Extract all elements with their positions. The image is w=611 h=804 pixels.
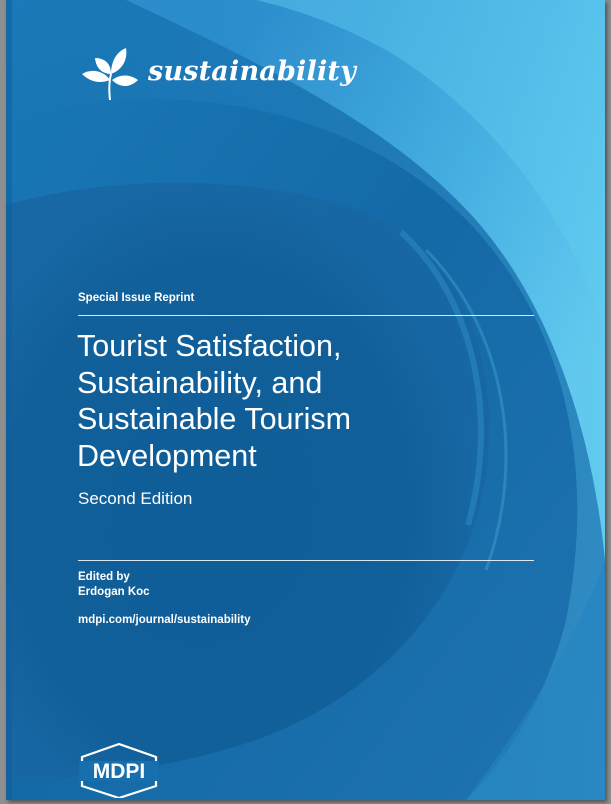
leaf-sprout-icon xyxy=(82,48,138,100)
series-label: Special Issue Reprint xyxy=(78,292,195,304)
publisher-name: MDPI xyxy=(93,760,146,783)
divider-bottom xyxy=(78,560,534,561)
edited-by-label: Edited by xyxy=(78,571,130,583)
title-line: Sustainability, and xyxy=(77,365,323,400)
divider-top xyxy=(78,315,534,316)
editor-name: Erdogan Koc xyxy=(78,586,150,598)
document-viewer: sustainability Special Issue Reprint Tou… xyxy=(0,0,611,804)
title-line: Development xyxy=(77,438,257,473)
journal-url: mdpi.com/journal/sustainability xyxy=(78,614,251,626)
title-line: Tourist Satisfaction, xyxy=(77,329,342,363)
journal-logo: sustainability xyxy=(78,44,356,102)
mdpi-logo: MDPI xyxy=(79,742,159,798)
journal-name: sustainability xyxy=(148,55,356,87)
book-title: Tourist Satisfaction, Sustainability, an… xyxy=(77,328,517,474)
edition-label: Second Edition xyxy=(78,489,193,508)
book-cover: sustainability Special Issue Reprint Tou… xyxy=(6,0,605,800)
title-line: Sustainable Tourism xyxy=(77,402,352,436)
